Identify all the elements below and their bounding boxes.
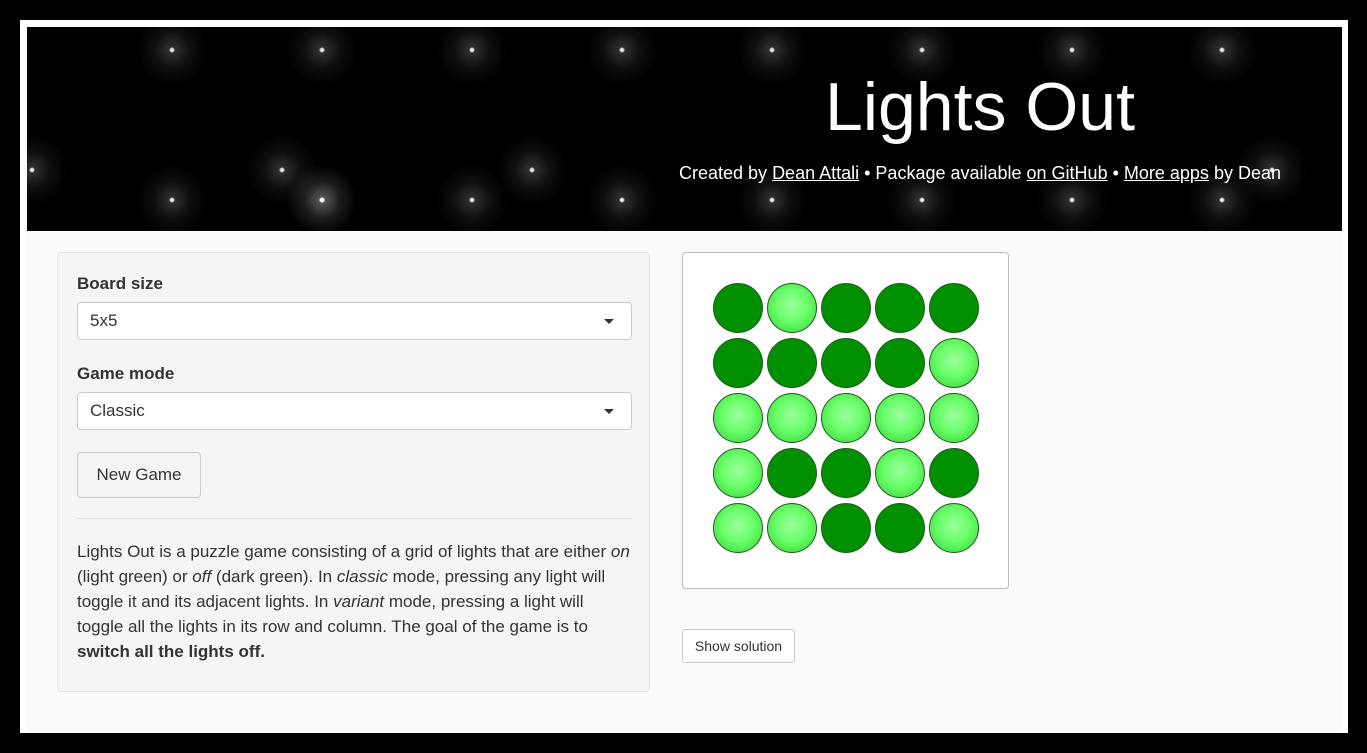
light-cell[interactable] [821,448,871,498]
game-board [682,252,1009,589]
game-mode-label: Game mode [77,364,175,383]
light-cell[interactable] [875,283,925,333]
star-decoration [137,27,207,85]
desc-text: Lights Out is a puzzle game consisting o… [77,542,611,561]
star-decoration [587,165,657,231]
more-apps-link[interactable]: More apps [1124,163,1209,183]
light-cell[interactable] [713,503,763,553]
game-description: Lights Out is a puzzle game consisting o… [77,539,632,664]
light-cell[interactable] [875,393,925,443]
light-cell[interactable] [821,338,871,388]
star-decoration [587,27,657,85]
desc-variant: variant [333,592,385,611]
light-cell[interactable] [713,393,763,443]
desc-goal: switch all the lights off. [77,642,265,661]
game-mode-select[interactable]: Classic [77,392,632,430]
star-decoration [437,27,507,85]
chevron-down-icon [604,319,614,324]
light-cell[interactable] [767,503,817,553]
main-content: Board size 5x5 Game mode Classic New Gam… [27,231,1342,733]
new-game-button[interactable]: New Game [77,452,201,498]
header-banner: Lights Out Created by Dean Attali • Pack… [27,27,1342,231]
board-size-select[interactable]: 5x5 [77,302,632,340]
light-cell[interactable] [875,503,925,553]
light-cell[interactable] [875,448,925,498]
light-cell[interactable] [929,283,979,333]
light-cell[interactable] [929,503,979,553]
light-cell[interactable] [929,338,979,388]
package-text: • Package available [859,163,1027,183]
light-cell[interactable] [767,448,817,498]
desc-classic: classic [336,567,388,586]
page-title: Lights Out [825,69,1135,145]
separator-text: • [1107,163,1124,183]
show-solution-button[interactable]: Show solution [682,629,795,663]
light-cell[interactable] [767,338,817,388]
author-link[interactable]: Dean Attali [772,163,859,183]
light-cell[interactable] [767,393,817,443]
light-cell[interactable] [713,283,763,333]
light-cell[interactable] [929,393,979,443]
desc-text: (dark green). In [211,567,337,586]
star-decoration [137,165,207,231]
chevron-down-icon [604,409,614,414]
divider [77,518,632,519]
by-dean-text: by Dean [1208,163,1281,183]
desc-on: on [610,542,630,561]
settings-panel: Board size 5x5 Game mode Classic New Gam… [57,252,650,692]
light-cell[interactable] [767,283,817,333]
app-frame: Lights Out Created by Dean Attali • Pack… [20,20,1348,733]
light-cell[interactable] [875,338,925,388]
star-decoration [287,27,357,85]
light-cell[interactable] [821,283,871,333]
board-size-value: 5x5 [90,311,118,330]
created-by-text: Created by [679,163,773,183]
game-mode-value: Classic [90,401,145,420]
light-cell[interactable] [821,503,871,553]
light-cell[interactable] [713,448,763,498]
star-decoration [27,135,67,205]
light-cell[interactable] [713,338,763,388]
desc-off: off [192,567,212,586]
light-cell[interactable] [821,393,871,443]
desc-text: (light green) or [77,567,193,586]
light-cell[interactable] [929,448,979,498]
github-link[interactable]: on GitHub [1027,163,1108,183]
header-subtitle: Created by Dean Attali • Package availab… [675,161,1285,185]
star-decoration [497,135,567,205]
board-size-label: Board size [77,274,163,293]
star-decoration [287,165,357,231]
